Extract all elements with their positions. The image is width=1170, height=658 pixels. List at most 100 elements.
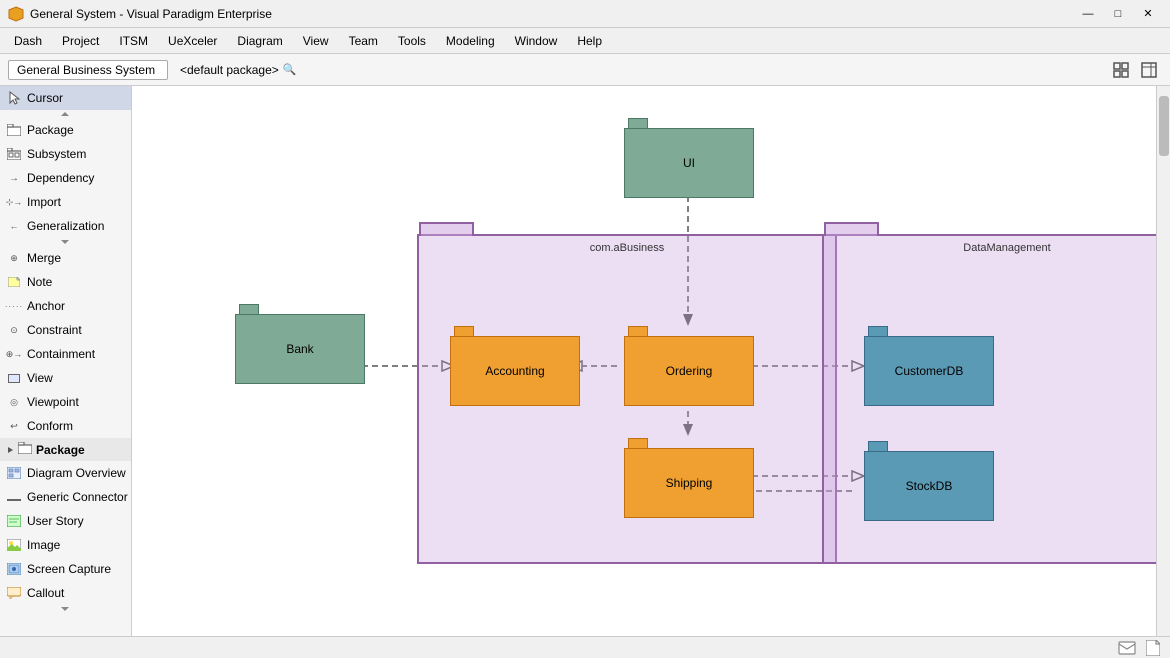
breadcrumb-text: General Business System [17,63,155,77]
cursor-icon [6,90,22,106]
sidebar-item-viewpoint[interactable]: ◎ Viewpoint [0,390,131,414]
minimize-button[interactable]: — [1074,4,1102,24]
generic-connector-icon [6,489,22,505]
component-shipping[interactable]: Shipping [624,438,754,518]
sidebar-label-containment: Containment [27,347,95,361]
sidebar: Cursor Package [0,86,132,658]
layout-icon[interactable] [1108,57,1134,83]
search-icon[interactable]: 🔍 [283,63,297,76]
menu-modeling[interactable]: Modeling [436,31,505,51]
sidebar-label-merge: Merge [27,251,61,265]
screen-capture-icon [6,561,22,577]
diagram-canvas[interactable]: com.aBusiness DataManagement UI Bank [132,86,1156,658]
sidebar-item-dependency[interactable]: → Dependency [0,166,131,190]
component-ui[interactable]: UI [624,118,754,198]
status-doc-icon[interactable] [1144,639,1162,657]
note-icon [6,274,22,290]
component-accounting[interactable]: Accounting [450,326,580,406]
sidebar-label-dependency: Dependency [27,171,94,185]
maximize-button[interactable]: □ [1104,4,1132,24]
component-stockdb[interactable]: StockDB [864,441,994,521]
sidebar-item-note[interactable]: Note [0,270,131,294]
scrollbar-thumb[interactable] [1159,96,1169,156]
sidebar-item-screen-capture[interactable]: Screen Capture [0,557,131,581]
scroll-bottom-indicator[interactable] [0,605,131,613]
menu-dash[interactable]: Dash [4,31,52,51]
component-customerdb[interactable]: CustomerDB [864,326,994,406]
sidebar-label-subsystem: Subsystem [27,147,86,161]
window-controls: — □ ✕ [1074,4,1162,24]
containment-icon: ⊕→ [6,346,22,362]
menu-help[interactable]: Help [567,31,612,51]
sidebar-label-user-story: User Story [27,514,84,528]
status-message-icon[interactable] [1118,639,1136,657]
sidebar-section-package[interactable]: Package [0,438,131,461]
sidebar-section-label: Package [36,443,85,457]
sidebar-label-screen-capture: Screen Capture [27,562,111,576]
menu-itsm[interactable]: ITSM [109,31,158,51]
section-expand-icon [6,446,14,454]
window-title: General System - Visual Paradigm Enterpr… [30,7,1074,21]
sidebar-item-subsystem[interactable]: Subsystem [0,142,131,166]
package-tab-datamanagement [824,222,879,236]
main-area: Cursor Package [0,86,1170,658]
section-pkg-icon [18,442,32,457]
sidebar-item-conform[interactable]: ↩ Conform [0,414,131,438]
package-icon [6,122,22,138]
diagram-overview-icon [6,465,22,481]
scroll-up-indicator[interactable] [0,110,131,118]
menu-project[interactable]: Project [52,31,109,51]
sidebar-item-anchor[interactable]: ····· Anchor [0,294,131,318]
titlebar: General System - Visual Paradigm Enterpr… [0,0,1170,28]
sidebar-label-package: Package [27,123,74,137]
package-tab-com-abusiness [419,222,474,236]
menu-uexceler[interactable]: UeXceler [158,31,227,51]
sidebar-item-cursor[interactable]: Cursor [0,86,131,110]
scroll-mid-indicator[interactable] [0,238,131,246]
sidebar-label-generalization: Generalization [27,219,104,233]
viewpoint-icon: ◎ [6,394,22,410]
statusbar [0,636,1170,658]
menu-tools[interactable]: Tools [388,31,436,51]
sidebar-item-user-story[interactable]: User Story [0,509,131,533]
component-bank[interactable]: Bank [235,304,365,384]
menu-window[interactable]: Window [505,31,568,51]
package-name: <default package> [180,63,279,77]
component-bank-label: Bank [286,342,313,356]
menu-team[interactable]: Team [339,31,388,51]
sidebar-item-constraint[interactable]: ⊙ Constraint [0,318,131,342]
sidebar-label-constraint: Constraint [27,323,82,337]
sidebar-item-merge[interactable]: ⊕ Merge [0,246,131,270]
anchor-icon: ····· [6,298,22,314]
component-ordering[interactable]: Ordering [624,326,754,406]
component-ordering-label: Ordering [666,364,713,378]
sidebar-item-view[interactable]: View [0,366,131,390]
callout-icon [6,585,22,601]
sidebar-label-view: View [27,371,53,385]
sidebar-item-callout[interactable]: Callout [0,581,131,605]
sidebar-label-conform: Conform [27,419,73,433]
sidebar-item-diagram-overview[interactable]: Diagram Overview [0,461,131,485]
sidebar-item-import[interactable]: ⊹→ Import [0,190,131,214]
component-stockdb-label: StockDB [906,479,953,493]
constraint-icon: ⊙ [6,322,22,338]
user-story-icon [6,513,22,529]
package-breadcrumb: <default package> 🔍 [180,63,296,77]
sidebar-label-import: Import [27,195,61,209]
breadcrumb[interactable]: General Business System [8,60,168,80]
toolbar: General Business System <default package… [0,54,1170,86]
sidebar-item-image[interactable]: Image [0,533,131,557]
view-icon [6,370,22,386]
menu-view[interactable]: View [293,31,339,51]
sidebar-label-callout: Callout [27,586,64,600]
right-scrollbar[interactable] [1156,86,1170,658]
import-icon: ⊹→ [6,194,22,210]
menu-diagram[interactable]: Diagram [227,31,292,51]
sidebar-item-package[interactable]: Package [0,118,131,142]
sidebar-item-generalization[interactable]: ← Generalization [0,214,131,238]
sidebar-item-containment[interactable]: ⊕→ Containment [0,342,131,366]
panel-icon[interactable] [1136,57,1162,83]
menubar: Dash Project ITSM UeXceler Diagram View … [0,28,1170,54]
close-button[interactable]: ✕ [1134,4,1162,24]
sidebar-item-generic-connector[interactable]: Generic Connector [0,485,131,509]
